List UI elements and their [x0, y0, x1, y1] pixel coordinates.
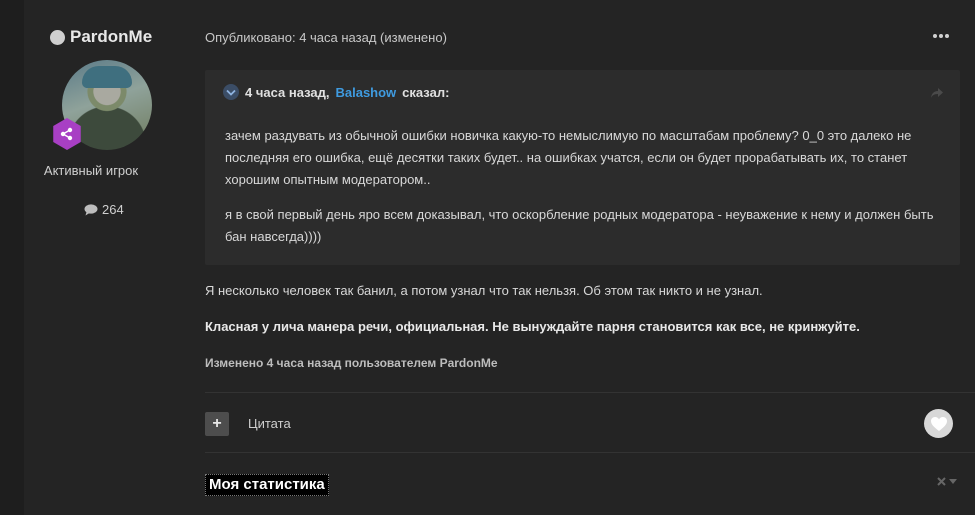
quote-said: сказал: — [402, 84, 450, 100]
post-meta: Опубликовано: 4 часа назад (изменено) — [205, 30, 447, 45]
comment-icon — [84, 203, 98, 215]
quote-time: 4 часа назад, — [245, 84, 330, 100]
rank-title: Активный игрок — [43, 163, 139, 178]
post-count-value: 264 — [102, 202, 124, 217]
like-button[interactable] — [924, 409, 953, 438]
heart-icon — [930, 416, 947, 431]
quote-paragraph-2: я в свой первый день яро всем доказывал,… — [225, 207, 934, 244]
chevron-down-icon[interactable] — [223, 84, 239, 100]
post-paragraph-2: Класная у лича манера речи, официальная.… — [205, 319, 860, 334]
divider — [205, 452, 975, 453]
ellipsis-icon — [933, 34, 949, 38]
post-paragraph-1: Я несколько человек так банил, а потом у… — [205, 283, 763, 298]
share-arrow-icon[interactable] — [930, 86, 944, 98]
edited-note: Изменено 4 часа назад пользователем Pard… — [205, 356, 498, 370]
quote-block: 4 часа назад, Balashow сказал: зачем раз… — [205, 70, 960, 265]
avatar-image — [82, 66, 132, 88]
quote-author-link[interactable]: Balashow — [335, 85, 396, 100]
divider — [205, 392, 975, 393]
quote-citation[interactable]: 4 часа назад, Balashow сказал: — [223, 84, 449, 100]
more-options-button[interactable] — [932, 27, 950, 45]
online-status-icon — [50, 29, 65, 45]
quote-button[interactable]: Цитата — [248, 416, 291, 431]
close-icon[interactable] — [937, 477, 946, 486]
chevron-down-icon[interactable] — [949, 478, 957, 485]
signature-title: Моя статистика — [205, 474, 329, 496]
quote-paragraph-1: зачем раздувать из обычной ошибки новичк… — [225, 128, 912, 187]
multiquote-add-button[interactable]: + — [205, 412, 229, 436]
signature-controls[interactable] — [937, 477, 957, 486]
author-name-link[interactable]: PardonMe — [50, 27, 152, 47]
author-name[interactable]: PardonMe — [70, 27, 152, 47]
author-panel: PardonMe Активный игрок 264 — [24, 0, 197, 515]
post-count: 264 — [84, 202, 124, 217]
